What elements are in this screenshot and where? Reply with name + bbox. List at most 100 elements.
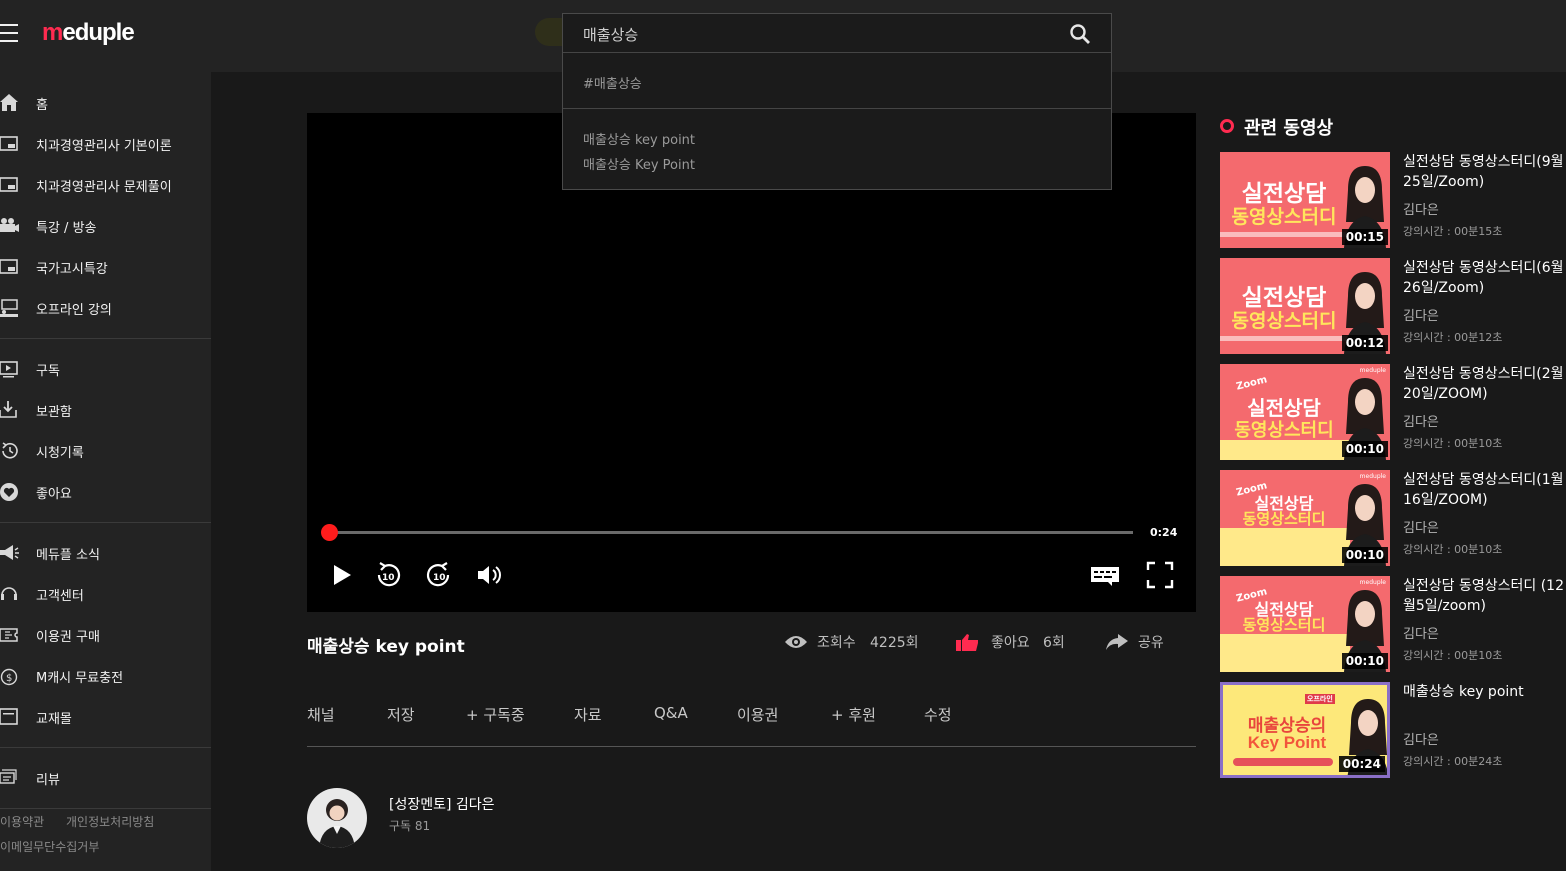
divider [307, 746, 1196, 747]
sidebar-item-special-broadcast[interactable]: 특강 / 방송 [0, 209, 211, 243]
sidebar-item-mcash[interactable]: $ M캐시 무료충전 [0, 659, 211, 693]
terms-link[interactable]: 이용약관 [0, 813, 44, 830]
sidebar: 홈 치과경영관리사 기본이론 치과경영관리사 문제풀이 특강 / 방송 국가고시… [0, 72, 211, 871]
avatar[interactable] [307, 788, 367, 848]
sidebar-item-national-exam[interactable]: 국가고시특강 [0, 250, 211, 284]
search-dropdown: #매출상승 매출상승 key point 매출상승 Key Point [562, 13, 1112, 190]
headset-icon [1, 587, 17, 600]
captions-icon[interactable] [1090, 560, 1120, 590]
history-icon [2, 442, 18, 459]
sidebar-item-bookstore[interactable]: 교재몰 [0, 700, 211, 734]
channel-name[interactable]: [성장멘토] 김다은 [389, 794, 495, 814]
related-duration: 강의시간 : 00분24초 [1403, 755, 1503, 768]
logo[interactable]: meduple [42, 19, 135, 47]
play-icon[interactable] [327, 560, 357, 590]
progress-knob[interactable] [321, 524, 338, 541]
thumbs-up-icon[interactable] [956, 633, 980, 651]
search-input[interactable] [583, 22, 1043, 46]
download-icon [0, 401, 17, 418]
share-icon[interactable] [1105, 633, 1129, 651]
related-title: 실전상담 동영상스터디(6월 26일/Zoom) [1403, 260, 1564, 296]
search-icon[interactable] [1068, 22, 1092, 46]
privacy-link[interactable]: 개인정보처리방침 [66, 813, 154, 830]
related-heading: 관련 동영상 [1244, 118, 1334, 139]
related-duration: 강의시간 : 00분10초 [1403, 543, 1503, 556]
sidebar-item-likes[interactable]: 좋아요 [0, 475, 211, 509]
classroom-icon [0, 299, 18, 317]
related-title: 실전상담 동영상스터디(9월 25일/Zoom) [1403, 154, 1564, 190]
email-policy-link[interactable]: 이메일무단수집거부 [0, 838, 99, 855]
board-icon [0, 136, 18, 151]
related-title: 실전상담 동영상스터디(1월 16일/ZOOM) [1403, 472, 1564, 508]
sidebar-item-support[interactable]: 고객센터 [0, 577, 211, 611]
related-video-item[interactable]: 실전상담 동영상스터디 00:15 실전상담 동영상스터디(9월 25일/Zoo… [1220, 152, 1566, 248]
board-icon [0, 259, 18, 274]
tab-save[interactable]: 저장 [387, 704, 415, 725]
bullet-icon [1220, 119, 1234, 133]
tab-qna[interactable]: Q&A [654, 704, 688, 722]
related-duration: 강의시간 : 00분12초 [1403, 331, 1503, 344]
related-video-item[interactable]: Zoom meduple 실전상담 동영상스터디 00:10 실전상담 동영상스… [1220, 470, 1566, 566]
related-author: 김다은 [1403, 203, 1439, 218]
related-author: 김다은 [1403, 415, 1439, 430]
views-label: 조회수 [817, 635, 856, 651]
search-bar [563, 14, 1111, 53]
related-video-item[interactable]: 오프라인 매출상승의 Key Point 00:24 매출상승 key poin… [1220, 682, 1566, 778]
sidebar-item-pass[interactable]: 이용권 구매 [0, 618, 211, 652]
tab-channel[interactable]: 채널 [307, 704, 335, 725]
fullscreen-icon[interactable] [1145, 560, 1175, 590]
views-count: 4225회 [870, 635, 919, 651]
suggestion-item[interactable]: 매출상승 key point [583, 129, 695, 148]
video-thumbnail: Zoom meduple 실전상담 동영상스터디 00:10 [1220, 470, 1390, 566]
related-duration: 강의시간 : 00분10초 [1403, 649, 1503, 662]
tab-materials[interactable]: 자료 [574, 704, 602, 725]
tab-pass[interactable]: 이용권 [737, 704, 778, 725]
related-video-item[interactable]: Zoom meduple 실전상담 동영상스터디 00:10 실전상담 동영상스… [1220, 364, 1566, 460]
sidebar-item-home[interactable]: 홈 [0, 86, 211, 120]
video-thumbnail: Zoom meduple 실전상담 동영상스터디 00:10 [1220, 576, 1390, 672]
ticket-icon [0, 628, 18, 642]
related-video-item[interactable]: Zoom meduple 실전상담 동영상스터디 00:10 실전상담 동영상스… [1220, 576, 1566, 672]
heart-icon [0, 483, 18, 501]
home-icon [0, 94, 18, 111]
likes-count: 6회 [1043, 635, 1065, 651]
board-icon [0, 177, 18, 192]
share-label[interactable]: 공유 [1138, 632, 1164, 652]
svg-text:10: 10 [382, 573, 395, 583]
rewind-10-icon[interactable]: 10 [373, 560, 403, 590]
suggestion-item[interactable]: 매출상승 Key Point [583, 154, 695, 173]
duration-label: 0:24 [1150, 526, 1178, 539]
sidebar-item-subscribe[interactable]: 구독 [0, 352, 211, 386]
related-author: 김다은 [1403, 309, 1439, 324]
sidebar-item-review[interactable]: 리뷰 [0, 761, 211, 795]
progress-bar[interactable] [329, 531, 1133, 534]
video-title: 매출상승 key point [307, 637, 465, 657]
video-thumbnail: Zoom meduple 실전상담 동영상스터디 00:10 [1220, 364, 1390, 460]
menu-icon[interactable] [0, 22, 18, 44]
related-author: 김다은 [1403, 627, 1439, 642]
sidebar-item-news[interactable]: 메듀플 소식 [0, 536, 211, 570]
camera-icon [0, 218, 19, 232]
subscription-icon [0, 361, 18, 378]
megaphone-icon [0, 545, 19, 560]
volume-icon[interactable] [475, 560, 505, 590]
related-title: 매출상승 key point [1403, 684, 1524, 700]
sidebar-item-basic-theory[interactable]: 치과경영관리사 기본이론 [0, 127, 211, 161]
sidebar-item-history[interactable]: 시청기록 [0, 434, 211, 468]
review-icon [0, 769, 17, 784]
svg-text:$: $ [6, 673, 12, 684]
related-title: 실전상담 동영상스터디(2월 20일/ZOOM) [1403, 366, 1564, 402]
likes-label[interactable]: 좋아요 [991, 632, 1030, 652]
forward-10-icon[interactable]: 10 [424, 560, 454, 590]
tab-donate[interactable]: + 후원 [831, 704, 876, 725]
sidebar-item-offline[interactable]: 오프라인 강의 [0, 291, 211, 325]
sidebar-item-problem-solving[interactable]: 치과경영관리사 문제풀이 [0, 168, 211, 202]
suggestion-tag[interactable]: #매출상승 [583, 73, 642, 92]
divider [0, 747, 211, 748]
video-thumbnail: 실전상담 동영상스터디 00:15 [1220, 152, 1390, 248]
svg-text:10: 10 [433, 573, 446, 583]
tab-subscribed[interactable]: + 구독중 [466, 704, 525, 725]
tab-edit[interactable]: 수정 [924, 704, 952, 725]
related-video-item[interactable]: 실전상담 동영상스터디 00:12 실전상담 동영상스터디(6월 26일/Zoo… [1220, 258, 1566, 354]
sidebar-item-library[interactable]: 보관함 [0, 393, 211, 427]
